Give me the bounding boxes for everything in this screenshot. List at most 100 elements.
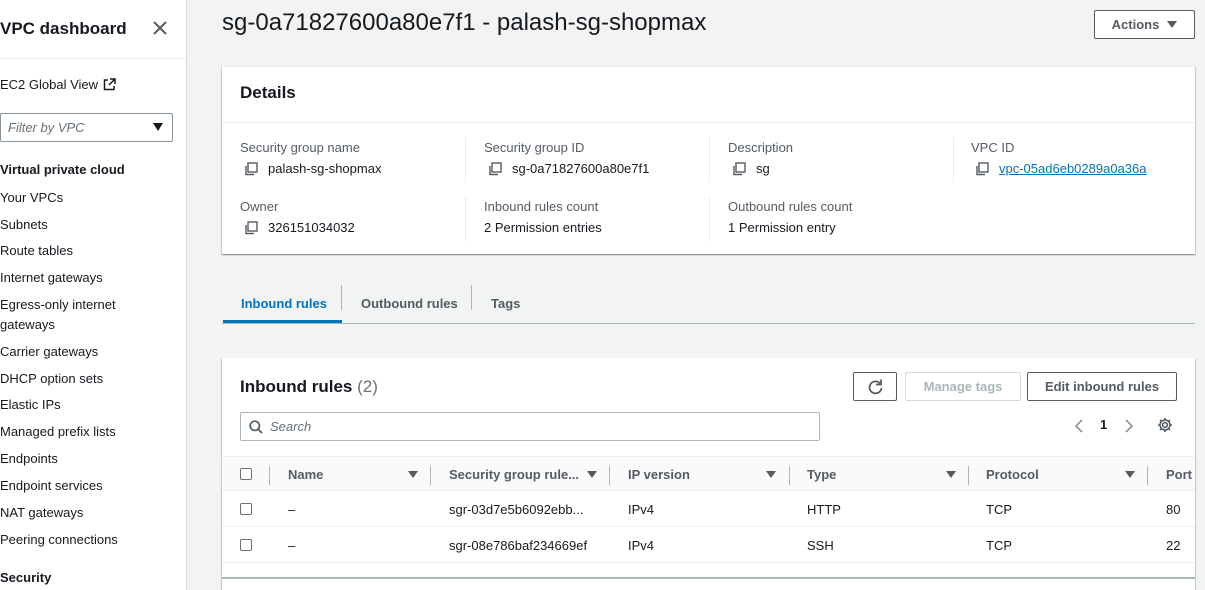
sidebar-item-nat-gateways[interactable]: NAT gateways: [0, 503, 180, 523]
sidebar-item-ec2-global-view[interactable]: EC2 Global View: [0, 77, 116, 92]
sidebar-item-endpoints[interactable]: Endpoints: [0, 449, 180, 469]
cell-protocol: TCP: [986, 537, 1012, 553]
description-value: sg: [732, 161, 770, 176]
copy-icon[interactable]: [244, 220, 258, 235]
sort-icon[interactable]: [946, 471, 956, 478]
column-divider: [465, 197, 466, 242]
tab-tags[interactable]: Tags: [491, 283, 520, 323]
description-text: sg: [756, 161, 770, 176]
manage-tags-button[interactable]: Manage tags: [905, 372, 1021, 401]
sort-icon[interactable]: [1125, 471, 1135, 478]
sg-id-text: sg-0a71827600a80e7f1: [512, 161, 650, 176]
column-divider: [609, 466, 610, 485]
sidebar-item-egress-only-internet-gateways[interactable]: Egress-only internet gateways: [0, 295, 130, 335]
outbound-count-label: Outbound rules count: [728, 199, 853, 214]
sidebar-item-your-vpcs[interactable]: Your VPCs: [0, 188, 180, 208]
cell-name: –: [288, 537, 296, 553]
inbound-count-value: 2 Permission entries: [484, 220, 602, 235]
sidebar-item-managed-prefix-lists[interactable]: Managed prefix lists: [0, 422, 180, 442]
row-checkbox[interactable]: [240, 503, 252, 515]
chevron-left-icon[interactable]: [1074, 418, 1084, 434]
sg-id-value: sg-0a71827600a80e7f1: [488, 161, 649, 176]
sg-name-label: Security group name: [240, 140, 360, 155]
copy-icon[interactable]: [244, 161, 258, 176]
cell-ip-version: IPv4: [628, 501, 655, 517]
vpc-id-label: VPC ID: [971, 140, 1015, 155]
column-divider: [1147, 466, 1148, 485]
sort-icon[interactable]: [587, 471, 597, 478]
sidebar-divider: [0, 58, 186, 59]
sidebar: VPC dashboard EC2 Global View Filter by …: [0, 0, 187, 590]
column-header-name[interactable]: Name: [288, 457, 323, 492]
vpc-id-link[interactable]: vpc-05ad6eb0289a0a36a: [999, 161, 1146, 176]
select-all-checkbox[interactable]: [240, 468, 252, 480]
column-divider: [269, 466, 270, 485]
sidebar-item-carrier-gateways[interactable]: Carrier gateways: [0, 342, 180, 362]
sidebar-title[interactable]: VPC dashboard: [0, 19, 127, 39]
cell-rule-id: sgr-08e786baf234669ef: [449, 537, 588, 553]
copy-icon[interactable]: [732, 161, 746, 176]
owner-value: 326151034032: [244, 220, 355, 235]
cell-ip-version: IPv4: [628, 537, 655, 553]
section-virtual-private-cloud: Virtual private cloud: [0, 162, 125, 177]
sidebar-item-internet-gateways[interactable]: Internet gateways: [0, 268, 180, 288]
tab-outbound-rules[interactable]: Outbound rules: [361, 283, 458, 323]
outbound-count-value: 1 Permission entry: [728, 220, 836, 235]
caret-down-icon: [1167, 21, 1178, 28]
tab-inbound-rules[interactable]: Inbound rules: [241, 283, 327, 323]
inbound-rules-heading: Inbound rules: [240, 377, 353, 396]
sidebar-item-route-tables[interactable]: Route tables: [0, 241, 180, 261]
current-page[interactable]: 1: [1100, 417, 1107, 432]
sort-icon[interactable]: [766, 471, 776, 478]
column-header-protocol[interactable]: Protocol: [986, 457, 1039, 492]
sidebar-item-elastic-ips[interactable]: Elastic IPs: [0, 395, 180, 415]
inbound-count-label: Inbound rules count: [484, 199, 599, 214]
column-header-type[interactable]: Type: [807, 457, 836, 492]
column-divider: [430, 466, 431, 485]
column-divider: [968, 466, 969, 485]
section-security: Security: [0, 570, 52, 585]
search-box: [240, 412, 820, 441]
cell-protocol: TCP: [986, 501, 1012, 517]
copy-icon[interactable]: [488, 161, 502, 176]
sidebar-item-label: EC2 Global View: [0, 77, 99, 92]
vpc-id-value: vpc-05ad6eb0289a0a36a: [975, 161, 1146, 176]
table-row[interactable]: – sgr-03d7e5b6092ebb... IPv4 HTTP TCP 80: [222, 491, 1195, 527]
sort-icon[interactable]: [408, 471, 418, 478]
external-link-icon: [103, 78, 116, 91]
tab-divider: [471, 285, 472, 310]
column-divider: [709, 197, 710, 242]
edit-inbound-rules-button[interactable]: Edit inbound rules: [1027, 372, 1177, 401]
sidebar-item-peering-connections[interactable]: Peering connections: [0, 530, 180, 550]
details-panel: Details Security group name palash-sg-sh…: [222, 66, 1195, 254]
column-divider: [953, 137, 954, 182]
search-icon: [249, 419, 263, 434]
row-checkbox[interactable]: [240, 539, 252, 551]
table-bottom-border: [222, 577, 1195, 579]
table-row[interactable]: – sgr-08e786baf234669ef IPv4 SSH TCP 22: [222, 527, 1195, 563]
actions-button[interactable]: Actions: [1094, 10, 1195, 39]
copy-icon[interactable]: [975, 161, 989, 176]
details-title: Details: [240, 83, 296, 102]
column-header-ip-version[interactable]: IP version: [628, 457, 690, 492]
refresh-button[interactable]: [853, 372, 897, 401]
chevron-right-icon[interactable]: [1124, 418, 1134, 434]
column-header-port[interactable]: Port: [1166, 457, 1192, 492]
sidebar-item-endpoint-services[interactable]: Endpoint services: [0, 476, 180, 496]
sidebar-item-subnets[interactable]: Subnets: [0, 215, 180, 235]
table-header: Name Security group rule... IP version T…: [222, 456, 1195, 491]
search-input[interactable]: [270, 419, 790, 434]
filter-by-vpc-select[interactable]: Filter by VPC: [0, 113, 173, 142]
actions-label: Actions: [1111, 17, 1160, 32]
tab-divider: [341, 285, 342, 310]
filter-placeholder: Filter by VPC: [8, 120, 85, 135]
sg-id-label: Security group ID: [484, 140, 585, 155]
close-icon[interactable]: [151, 19, 169, 37]
active-tab-indicator: [223, 320, 342, 323]
page-title: sg-0a71827600a80e7f1 - palash-sg-shopmax: [222, 9, 707, 36]
gear-icon[interactable]: [1157, 417, 1173, 433]
details-divider: [222, 122, 1195, 123]
column-header-security-group-rule[interactable]: Security group rule...: [449, 457, 579, 492]
refresh-icon: [868, 379, 882, 395]
sidebar-item-dhcp-option-sets[interactable]: DHCP option sets: [0, 369, 180, 389]
